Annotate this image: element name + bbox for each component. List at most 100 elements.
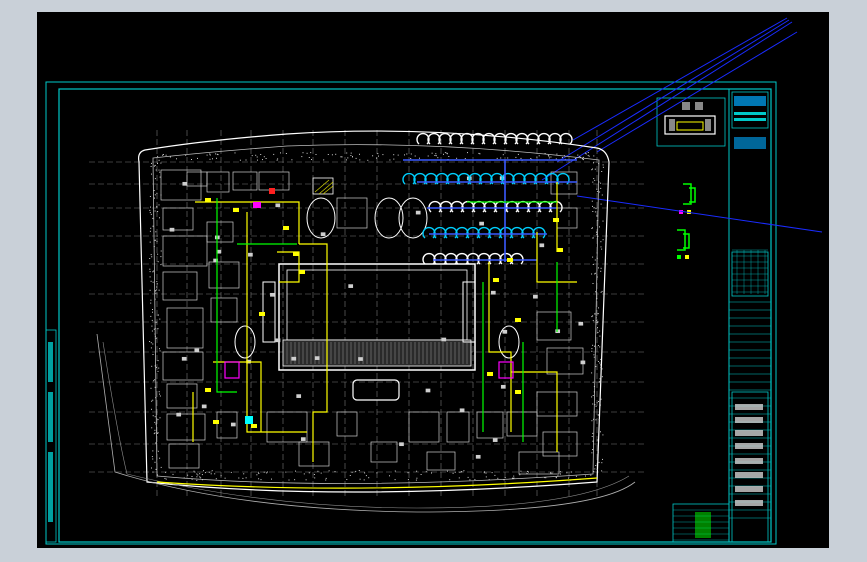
hatch-dot bbox=[394, 479, 396, 481]
hatch-dot bbox=[485, 472, 487, 474]
hatch-dot bbox=[488, 479, 490, 481]
room bbox=[162, 207, 194, 231]
hatch-dot bbox=[507, 157, 509, 159]
hatch-dot bbox=[359, 478, 361, 480]
hatch-dot bbox=[201, 474, 203, 476]
duct-loop bbox=[439, 200, 453, 213]
hatch-dot bbox=[151, 400, 153, 402]
hatch-dot bbox=[591, 348, 593, 350]
hatch-dot bbox=[591, 436, 593, 437]
fixture bbox=[348, 284, 354, 288]
hatch-dot bbox=[602, 164, 604, 166]
hatch-dot bbox=[150, 166, 152, 167]
fixture bbox=[230, 422, 236, 427]
hatch-dot bbox=[159, 171, 161, 173]
room bbox=[556, 207, 578, 229]
hatch-dot bbox=[597, 345, 599, 346]
hatch-dot bbox=[202, 479, 203, 481]
hatch-dot bbox=[160, 250, 162, 252]
hatch-dot bbox=[483, 472, 485, 474]
room bbox=[536, 311, 572, 341]
hatch-dot bbox=[157, 370, 159, 372]
hatch-dot bbox=[234, 152, 236, 154]
hatch-dot bbox=[152, 271, 154, 273]
hatch-dot bbox=[600, 182, 602, 184]
duct-loop bbox=[427, 132, 441, 145]
hatch-dot bbox=[149, 341, 151, 342]
hatch-dot bbox=[257, 471, 259, 473]
room bbox=[166, 413, 206, 441]
room bbox=[258, 171, 290, 191]
revision-table bbox=[672, 503, 730, 543]
hatch-dot bbox=[500, 157, 502, 159]
hatch-dot bbox=[155, 442, 157, 444]
hatch-dot bbox=[389, 475, 390, 477]
fixture bbox=[296, 394, 302, 398]
fixture bbox=[479, 221, 484, 226]
room bbox=[166, 307, 204, 349]
hatch-dot bbox=[595, 208, 597, 210]
cad-viewport[interactable] bbox=[37, 12, 829, 548]
hatch-dot bbox=[596, 257, 598, 259]
hatch-dot bbox=[600, 291, 602, 293]
hatch-dot bbox=[151, 330, 153, 332]
hatch-dot bbox=[150, 347, 152, 349]
hatch-dot bbox=[265, 158, 267, 159]
hatch-dot bbox=[593, 471, 595, 473]
fixture bbox=[300, 437, 306, 441]
floor-plan-drawing[interactable] bbox=[37, 12, 829, 548]
room bbox=[160, 169, 202, 201]
hatch-dot bbox=[305, 479, 307, 481]
hatch-dot bbox=[592, 211, 594, 212]
hatch-dot bbox=[517, 153, 519, 155]
hatch-dot bbox=[256, 156, 258, 158]
fixture bbox=[578, 321, 584, 326]
hatch-dot bbox=[593, 162, 594, 164]
hatch-dot bbox=[600, 398, 602, 400]
duct-loop bbox=[416, 132, 430, 145]
hatch-dot bbox=[364, 472, 366, 474]
hatch-dot bbox=[464, 158, 466, 160]
valve-tag bbox=[251, 424, 257, 428]
hatch-dot bbox=[561, 157, 563, 158]
hatch-dot bbox=[547, 154, 549, 156]
hatch-dot bbox=[592, 395, 594, 396]
duct-loop bbox=[422, 252, 436, 265]
hatch-dot bbox=[285, 471, 287, 473]
title-block-text bbox=[735, 472, 763, 478]
title-block-text bbox=[735, 443, 763, 449]
hatch-dot bbox=[355, 470, 357, 472]
title-block-text bbox=[735, 430, 763, 436]
hatch-dot bbox=[341, 156, 343, 158]
hatch-dot bbox=[599, 330, 601, 332]
fixture bbox=[475, 454, 481, 459]
hatch-dot bbox=[593, 354, 595, 356]
outer-sheet-border bbox=[45, 81, 777, 545]
leader-lines bbox=[541, 17, 823, 233]
hatch-dot bbox=[164, 477, 166, 479]
hatch-dot bbox=[485, 476, 487, 478]
hatch-dot bbox=[156, 192, 158, 194]
hatch-dot bbox=[152, 450, 154, 452]
hatch-dot bbox=[156, 286, 158, 288]
hatch-dot bbox=[214, 473, 216, 475]
hatch-dot bbox=[367, 159, 369, 161]
hatch-dot bbox=[602, 239, 604, 241]
hatch-dot bbox=[594, 468, 596, 470]
hatch-dot bbox=[251, 155, 253, 157]
hatch-dot bbox=[597, 327, 598, 329]
hatch-dot bbox=[404, 154, 405, 156]
valve-tag bbox=[507, 258, 513, 262]
hatch-dot bbox=[595, 366, 597, 367]
fixture bbox=[539, 243, 545, 248]
hatch-dot bbox=[159, 348, 160, 350]
hatch-dot bbox=[151, 408, 152, 410]
hatch-dot bbox=[156, 240, 158, 242]
hatch-dot bbox=[592, 237, 594, 239]
hatch-dot bbox=[559, 471, 561, 473]
hatch-dot bbox=[599, 226, 600, 228]
room bbox=[550, 171, 578, 195]
hatch-dot bbox=[255, 154, 257, 156]
duct-loop bbox=[450, 200, 464, 213]
hatch-dot bbox=[157, 474, 158, 476]
